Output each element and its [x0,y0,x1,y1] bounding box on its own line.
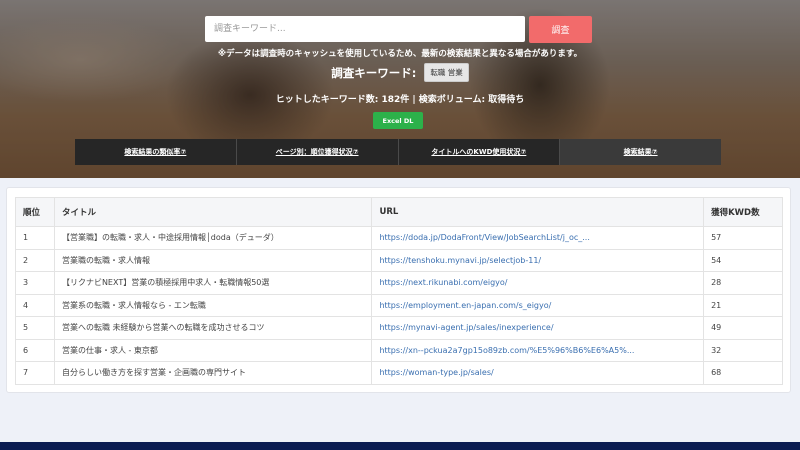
cell-kwd-count: 32 [703,338,783,362]
cell-rank: 7 [15,361,55,385]
cell-url-link[interactable]: https://next.rikunabi.com/eigyo/ [371,271,705,295]
cell-title: 営業への転職 未経験から営業への転職を成功させるコツ [53,316,373,340]
search-input[interactable] [205,16,525,42]
header-url: URL [371,197,705,227]
keyword-chip: 転職 営業 [424,63,469,82]
table-header-row: 順位 タイトル URL 獲得KWD数 [15,197,783,227]
keyword-label: 調査キーワード: [331,65,417,80]
cell-url-link[interactable]: https://doda.jp/DodaFront/View/JobSearch… [371,226,705,250]
cell-rank: 2 [15,248,55,272]
cell-title: 営業系の転職・求人情報なら - エン転職 [53,293,373,317]
cell-kwd-count: 68 [703,361,783,385]
header-kwd-count: 獲得KWD数 [703,197,783,227]
cell-url-link[interactable]: https://woman-type.jp/sales/ [371,361,705,385]
results-table: 順位 タイトル URL 獲得KWD数 1 【営業職】の転職・求人・中途採用情報│… [15,197,783,385]
cell-kwd-count: 28 [703,271,783,295]
keyword-row: 調査キーワード: 転職 営業 [0,63,800,82]
table-row: 3 【リクナビNEXT】営業の積極採用中求人・転職情報50選 https://n… [15,271,783,295]
cell-rank: 3 [15,271,55,295]
hero-banner: 調査 ※データは調査時のキャッシュを使用しているため、最新の検索結果と異なる場合… [0,0,800,178]
header-rank: 順位 [15,197,55,227]
cell-title: 自分らしい働き方を探す営業・企画職の専門サイト [53,361,373,385]
table-row: 7 自分らしい働き方を探す営業・企画職の専門サイト https://woman-… [15,361,783,385]
tab-bar: 検索結果の類似率⑦ ページ別：順位獲得状況⑦ タイトルへのKWD使用状況⑦ 検索… [75,139,721,165]
cell-kwd-count: 57 [703,226,783,250]
excel-download-button[interactable]: Excel DL [373,112,423,129]
cell-url-link[interactable]: https://mynavi-agent.jp/sales/inexperien… [371,316,705,340]
footer-bar [0,442,800,450]
tab-similarity[interactable]: 検索結果の類似率⑦ [75,139,237,165]
table-row: 6 営業の仕事・求人 - 東京都 https://xn--pckua2a7gp1… [15,338,783,362]
table-row: 1 【営業職】の転職・求人・中途採用情報│doda（デューダ） https://… [15,226,783,250]
search-button[interactable]: 調査 [529,16,592,43]
tab-search-results[interactable]: 検索結果⑦ [560,139,721,165]
cache-notice: ※データは調査時のキャッシュを使用しているため、最新の検索結果と異なる場合があり… [217,49,583,59]
cell-title: 営業職の転職・求人情報 [53,248,373,272]
cell-url-link[interactable]: https://tenshoku.mynavi.jp/selectjob-11/ [371,248,705,272]
table-row: 4 営業系の転職・求人情報なら - エン転職 https://employmen… [15,293,783,317]
tab-page-rank[interactable]: ページ別：順位獲得状況⑦ [237,139,399,165]
cell-kwd-count: 49 [703,316,783,340]
cell-url-link[interactable]: https://employment.en-japan.com/s_eigyo/ [371,293,705,317]
cell-rank: 4 [15,293,55,317]
cell-title: 【営業職】の転職・求人・中途採用情報│doda（デューダ） [53,226,373,250]
cell-title: 【リクナビNEXT】営業の積極採用中求人・転職情報50選 [53,271,373,295]
cell-kwd-count: 54 [703,248,783,272]
header-title: タイトル [53,197,373,227]
table-row: 2 営業職の転職・求人情報 https://tenshoku.mynavi.jp… [15,248,783,272]
cell-rank: 1 [15,226,55,250]
cell-rank: 6 [15,338,55,362]
cell-title: 営業の仕事・求人 - 東京都 [53,338,373,362]
cell-url-link[interactable]: https://xn--pckua2a7gp15o89zb.com/%E5%96… [371,338,705,362]
cell-kwd-count: 21 [703,293,783,317]
results-card: 順位 タイトル URL 獲得KWD数 1 【営業職】の転職・求人・中途採用情報│… [6,187,791,393]
tab-title-kwd[interactable]: タイトルへのKWD使用状況⑦ [399,139,561,165]
table-row: 5 営業への転職 未経験から営業への転職を成功させるコツ https://myn… [15,316,783,340]
cell-rank: 5 [15,316,55,340]
stats-summary: ヒットしたキーワード数: 182件 | 検索ボリューム: 取得待ち [275,95,525,105]
